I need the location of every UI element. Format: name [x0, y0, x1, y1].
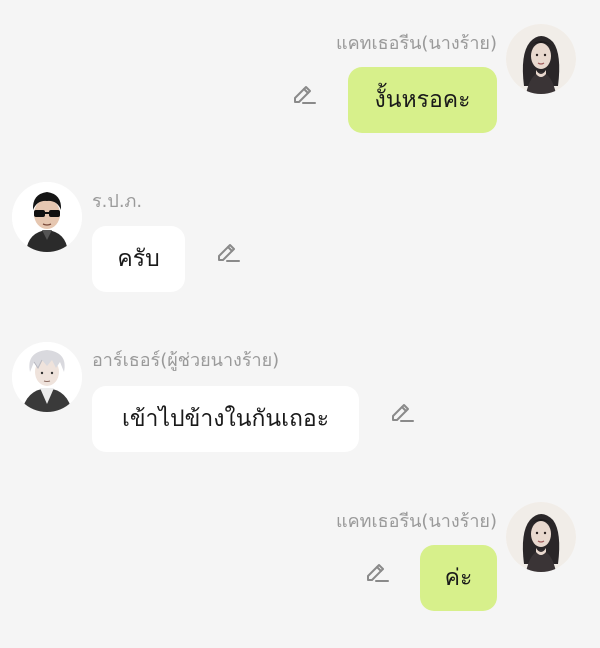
message-bubble[interactable]: เข้าไปข้างในกันเถอะ — [92, 386, 359, 452]
chat-message: แคทเธอรีน(นางร้าย) งั้นหรอคะ — [0, 20, 600, 140]
sender-name: ร.ป.ภ. — [92, 191, 143, 212]
pencil-icon[interactable] — [291, 80, 317, 106]
chat-message: แคทเธอรีน(นางร้าย) ค่ะ — [0, 498, 600, 618]
message-bubble[interactable]: ครับ — [92, 226, 185, 292]
chat-message: อาร์เธอร์(ผู้ช่วยนางร้าย) เข้าไปข้างในกั… — [0, 340, 600, 460]
message-bubble[interactable]: งั้นหรอคะ — [348, 67, 497, 133]
pencil-icon[interactable] — [389, 398, 415, 424]
sender-name: อาร์เธอร์(ผู้ช่วยนางร้าย) — [92, 350, 280, 371]
woman-dark-hair-avatar[interactable] — [506, 502, 576, 572]
pencil-icon[interactable] — [215, 238, 241, 264]
chat-message: ร.ป.ภ. ครับ — [0, 180, 600, 300]
sender-name: แคทเธอรีน(นางร้าย) — [336, 33, 497, 54]
woman-dark-hair-avatar[interactable] — [506, 24, 576, 94]
man-white-hair-avatar[interactable] — [12, 342, 82, 412]
message-bubble[interactable]: ค่ะ — [420, 545, 497, 611]
pencil-icon[interactable] — [364, 558, 390, 584]
man-sunglasses-avatar[interactable] — [12, 182, 82, 252]
chat-thread: แคทเธอรีน(นางร้าย) งั้นหรอคะ ร.ป.ภ. ครับ… — [0, 0, 600, 648]
sender-name: แคทเธอรีน(นางร้าย) — [336, 511, 497, 532]
